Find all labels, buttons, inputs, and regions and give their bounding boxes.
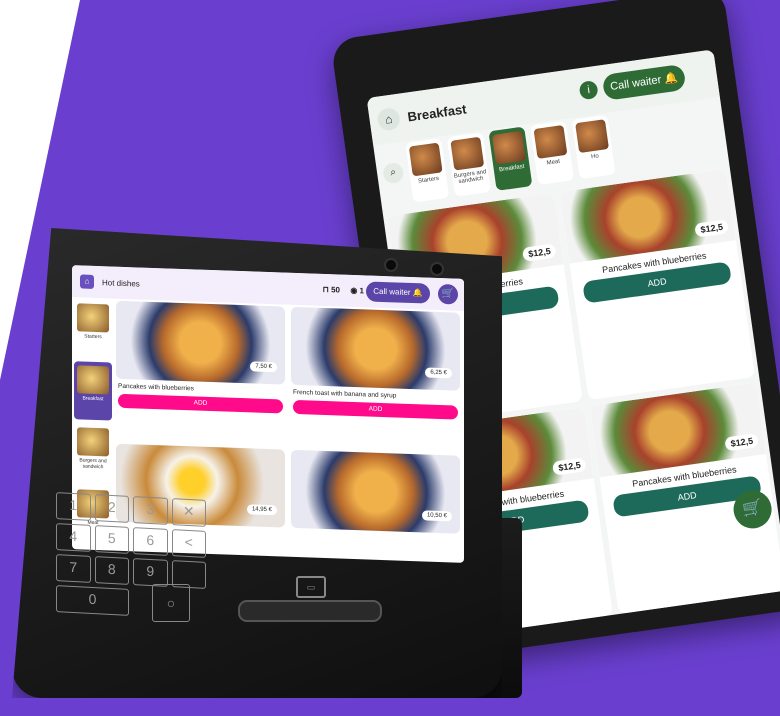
keypad-key[interactable]: 9 — [133, 558, 168, 587]
menu-item-card[interactable]: 10,50 € — [291, 449, 460, 562]
category-thumb — [77, 365, 109, 395]
price-badge: 6,25 € — [425, 367, 452, 379]
page-title: Hot dishes — [102, 277, 140, 289]
bell-icon: 🔔 — [663, 71, 679, 86]
home-icon[interactable]: ⌂ — [376, 106, 402, 132]
page-title: Breakfast — [406, 100, 468, 125]
keypad-key[interactable]: 8 — [94, 556, 129, 585]
category-hot[interactable]: Ho — [571, 114, 616, 180]
category-label: Starters — [417, 175, 440, 185]
menu-item-card[interactable]: $12,5 Pancakes with blueberries ADD — [559, 168, 756, 401]
category-thumb — [491, 130, 526, 165]
people-count: ◉ 1 — [350, 285, 364, 296]
camera-lens — [430, 262, 444, 276]
call-waiter-button[interactable]: Call waiter 🔔 — [366, 281, 430, 304]
dish-name: Pancakes with blueberries — [118, 382, 194, 393]
menu-item-card[interactable]: 7,50 € Pancakes with blueberries ADD — [116, 300, 285, 443]
category-label: Starters — [84, 333, 102, 341]
keypad-ok-key[interactable]: ○ — [152, 584, 190, 622]
keypad-zero-key[interactable]: 0 — [56, 585, 129, 616]
add-button[interactable]: ADD — [293, 399, 458, 420]
category-starters[interactable]: Starters — [74, 299, 112, 359]
kiosk-bezel: ⌂ Hot dishes ⊓ 50 ◉ 1 Call waiter 🔔 🛒 St… — [12, 228, 502, 698]
keypad-key[interactable]: 7 — [56, 554, 91, 583]
category-breakfast[interactable]: Breakfast — [488, 126, 533, 191]
category-thumb — [533, 125, 568, 159]
keypad-key[interactable]: 4 — [56, 523, 91, 552]
card-reader-icon: ▭ — [296, 576, 326, 598]
menu-item-card[interactable]: 6,25 € French toast with banana and syru… — [291, 306, 460, 449]
price-badge: 14,95 € — [246, 503, 277, 515]
covers-value: 50 — [331, 285, 340, 295]
category-thumb — [575, 119, 610, 154]
people-value: 1 — [359, 286, 364, 296]
category-label: Ho — [590, 153, 600, 161]
category-label: Breakfast — [498, 163, 525, 174]
price-badge: 10,50 € — [421, 509, 452, 521]
keypad-key[interactable]: 6 — [133, 527, 168, 556]
call-waiter-button[interactable]: Call waiter 🔔 — [601, 63, 687, 101]
keypad-back-key[interactable]: < — [171, 529, 206, 558]
category-label: Burgers and sandwich — [79, 457, 107, 471]
price-badge: 7,50 € — [250, 361, 277, 373]
bell-icon: 🔔 — [412, 288, 423, 298]
category-label: Breakfast — [82, 395, 104, 403]
info-icon[interactable]: i — [578, 79, 599, 101]
category-thumb — [450, 136, 485, 171]
call-waiter-label: Call waiter — [373, 286, 411, 297]
category-label: Burgers and sandwich — [453, 169, 487, 186]
dish-photo — [291, 306, 460, 391]
dish-photo — [291, 449, 460, 534]
category-thumb — [77, 427, 109, 457]
add-button[interactable]: ADD — [118, 393, 283, 414]
dish-photo — [116, 300, 285, 385]
category-thumb — [77, 303, 109, 333]
category-breakfast[interactable]: Breakfast — [74, 361, 112, 421]
category-label: Meat — [546, 158, 561, 167]
dish-name: French toast with banana and syrup — [293, 388, 397, 400]
search-icon[interactable]: ⌕ — [381, 161, 405, 185]
category-burgers[interactable]: Burgers and sandwich — [446, 132, 491, 197]
category-meat[interactable]: Meat — [530, 120, 575, 186]
card-slot[interactable] — [238, 600, 382, 622]
call-waiter-label: Call waiter — [609, 73, 663, 94]
keypad-key[interactable]: 1 — [56, 492, 91, 521]
keypad-key[interactable]: 2 — [94, 494, 129, 523]
category-thumb — [408, 142, 443, 177]
cart-icon[interactable]: 🛒 — [438, 283, 458, 305]
keypad-key[interactable]: 3 — [133, 496, 168, 525]
kiosk-left: ⌂ Hot dishes ⊓ 50 ◉ 1 Call waiter 🔔 🛒 St… — [12, 228, 522, 698]
home-icon[interactable]: ⌂ — [80, 274, 94, 289]
keypad-key[interactable]: 5 — [94, 525, 129, 554]
category-burgers[interactable]: Burgers and sandwich — [74, 423, 112, 483]
keypad-cancel-key[interactable]: ✕ — [171, 498, 206, 527]
camera-lens — [384, 258, 398, 272]
category-starters[interactable]: Starters — [405, 138, 450, 203]
covers-count: ⊓ 50 — [322, 284, 340, 295]
